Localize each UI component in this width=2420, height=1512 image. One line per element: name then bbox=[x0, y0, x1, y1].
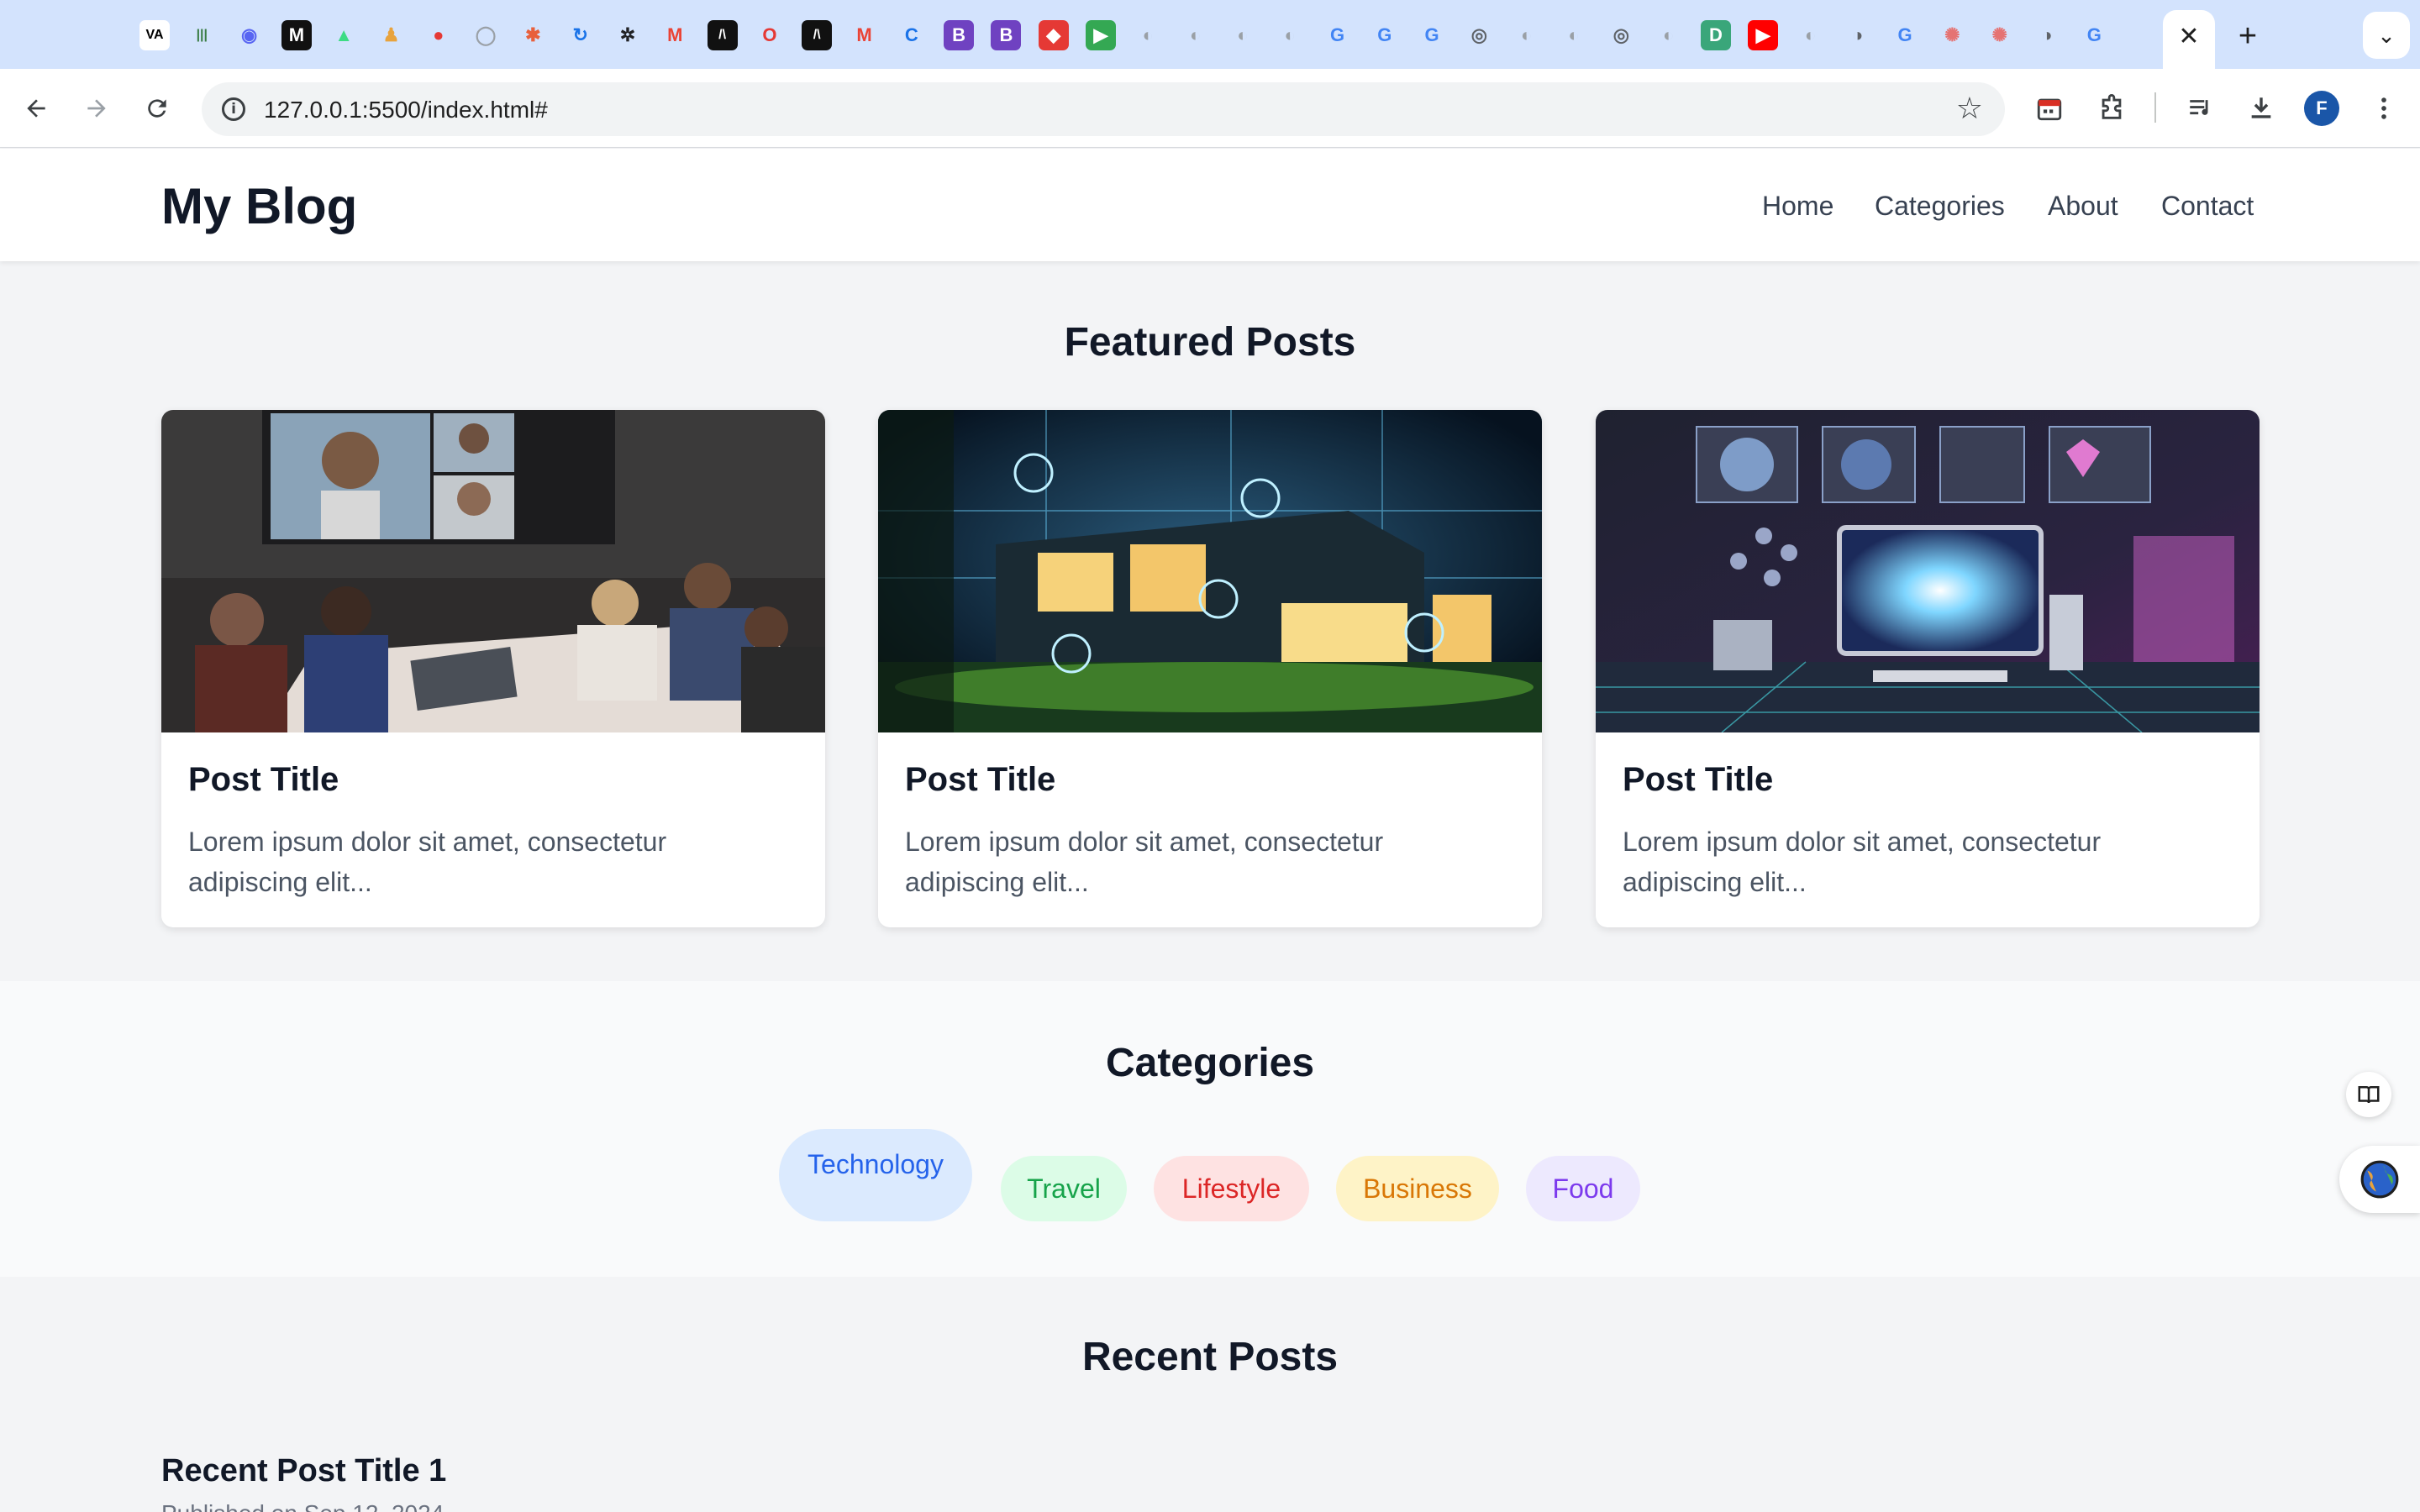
futuristic-workstation-photo bbox=[1596, 410, 2260, 732]
tab-favicon[interactable]: ▲ bbox=[329, 20, 359, 50]
tab-favicon[interactable]: ◐ bbox=[1181, 20, 1211, 50]
tab-favicon[interactable]: B bbox=[991, 20, 1022, 50]
tab-favicon[interactable]: ◎ bbox=[1606, 20, 1636, 50]
tab-favicon[interactable]: ▶ bbox=[1748, 20, 1779, 50]
tab-favicon[interactable]: ◉ bbox=[234, 20, 265, 50]
tab-favicon[interactable]: ◐ bbox=[1133, 20, 1163, 50]
category-chip-travel[interactable]: Travel bbox=[1001, 1156, 1127, 1221]
site-header: My Blog Home Categories About Contact bbox=[0, 149, 2420, 261]
tab-favicon[interactable]: VA bbox=[139, 20, 170, 50]
nav-categories[interactable]: Categories bbox=[1875, 191, 2005, 222]
avatar[interactable]: F bbox=[2304, 91, 2339, 126]
post-card[interactable]: Post Title Lorem ipsum dolor sit amet, c… bbox=[161, 410, 825, 927]
tab-favicon[interactable]: M bbox=[281, 20, 312, 50]
tab-strip: VA ||| ◉ M ▲ ♟ ● ◯ ✱ ↻ ✲ M/\ O/\ M C B B ◆ ▶ ◐ ◐ ◐ ◐ G G G ◎ ◐ ◐ ◎ ◐ D ▶… bbox=[0, 0, 2420, 69]
bookmark-star-icon[interactable]: ☆ bbox=[1956, 91, 1983, 126]
tab-favicon[interactable]: ◐ bbox=[1796, 20, 1826, 50]
tab-favicon[interactable]: C bbox=[897, 20, 927, 50]
tab-favicon[interactable]: ◎ bbox=[1464, 20, 1494, 50]
tab-favicon[interactable]: ◐ bbox=[1654, 20, 1684, 50]
tab-favicon[interactable]: G bbox=[1417, 20, 1447, 50]
tab-favicon[interactable]: M bbox=[660, 20, 690, 50]
tab-favicon[interactable]: ◐ bbox=[1512, 20, 1542, 50]
tab-favicon[interactable]: ◐ bbox=[1275, 20, 1305, 50]
tab-favicon[interactable]: ◯ bbox=[471, 20, 501, 50]
tab-favicon[interactable]: ✺ bbox=[1985, 20, 2015, 50]
tab-favicon[interactable]: ✱ bbox=[518, 20, 548, 50]
tab-favicon[interactable]: ✺ bbox=[1937, 20, 1967, 50]
tab-favicon[interactable]: G bbox=[1370, 20, 1400, 50]
nav-contact[interactable]: Contact bbox=[2161, 191, 2254, 222]
post-excerpt: Lorem ipsum dolor sit amet, consectetur … bbox=[1623, 827, 2102, 897]
post-excerpt: Lorem ipsum dolor sit amet, consectetur … bbox=[905, 827, 1384, 897]
post-excerpt: Lorem ipsum dolor sit amet, consectetur … bbox=[188, 827, 667, 897]
globe-extension-icon[interactable] bbox=[2339, 1146, 2420, 1213]
reload-icon[interactable] bbox=[136, 87, 178, 129]
tab-favicon[interactable]: ◑ bbox=[1843, 20, 1873, 50]
featured-posts-heading: Featured Posts bbox=[1064, 320, 1356, 365]
recent-post-title[interactable]: Recent Post Title 1 bbox=[161, 1453, 446, 1489]
post-title[interactable]: Post Title bbox=[905, 761, 1055, 799]
reading-mode-icon[interactable] bbox=[2346, 1072, 2391, 1117]
tab-favicon[interactable]: G bbox=[2079, 20, 2109, 50]
categories-heading: Categories bbox=[1105, 1041, 1315, 1085]
category-chip-lifestyle[interactable]: Lifestyle bbox=[1154, 1156, 1309, 1221]
smart-home-night-photo bbox=[878, 410, 1542, 732]
calendar-extension-icon[interactable] bbox=[2028, 87, 2070, 129]
tab-favicon[interactable]: /\ bbox=[802, 20, 833, 50]
category-chip-technology[interactable]: Technology bbox=[779, 1129, 972, 1221]
browser-toolbar: i 127.0.0.1:5500/index.html# ☆ bbox=[0, 69, 2420, 148]
team-meeting-photo bbox=[161, 410, 825, 732]
post-card[interactable]: Post Title Lorem ipsum dolor sit amet, c… bbox=[1596, 410, 2260, 927]
category-chip-business[interactable]: Business bbox=[1336, 1156, 1499, 1221]
recent-post-meta: Published on Sep 12, 2024 bbox=[161, 1500, 444, 1512]
post-title[interactable]: Post Title bbox=[188, 761, 339, 799]
tab-favicon[interactable]: O bbox=[755, 20, 785, 50]
tab-favicon[interactable]: ◐ bbox=[1559, 20, 1589, 50]
tab-favicon[interactable]: /\ bbox=[707, 20, 738, 50]
close-icon[interactable]: ✕ bbox=[2171, 18, 2207, 54]
url-text[interactable]: 127.0.0.1:5500/index.html# bbox=[264, 97, 548, 123]
tab-favicon[interactable]: M bbox=[850, 20, 880, 50]
tab-favicon[interactable]: ◑ bbox=[2032, 20, 2062, 50]
post-title[interactable]: Post Title bbox=[1623, 761, 1773, 799]
tab-favicon[interactable]: B bbox=[944, 20, 975, 50]
tab-favicon[interactable]: ● bbox=[424, 20, 454, 50]
recent-posts-heading: Recent Posts bbox=[1081, 1335, 1339, 1379]
tab-favicon[interactable]: ↻ bbox=[566, 20, 596, 50]
kebab-menu-icon[interactable] bbox=[2363, 87, 2405, 129]
media-control-icon[interactable] bbox=[2180, 87, 2222, 129]
back-arrow-icon[interactable] bbox=[15, 87, 57, 129]
tab-favicon[interactable]: ||| bbox=[187, 20, 217, 50]
forward-arrow-icon[interactable] bbox=[76, 87, 118, 129]
nav-home[interactable]: Home bbox=[1762, 191, 1833, 222]
tab-favicon[interactable]: ♟ bbox=[376, 20, 407, 50]
site-info-icon[interactable]: i bbox=[217, 92, 250, 126]
tab-favicon[interactable]: ◐ bbox=[1228, 20, 1258, 50]
tab-favicon[interactable]: G bbox=[1890, 20, 1920, 50]
post-card[interactable]: Post Title Lorem ipsum dolor sit amet, c… bbox=[878, 410, 1542, 927]
plus-icon[interactable]: + bbox=[2227, 15, 2269, 57]
tab-favicon[interactable]: D bbox=[1700, 20, 1731, 50]
toolbar-separator bbox=[2154, 92, 2156, 123]
tab-favicon[interactable]: ◆ bbox=[1038, 20, 1069, 50]
puzzle-extensions-icon[interactable] bbox=[2091, 87, 2133, 129]
chevron-down-icon[interactable]: ⌄ bbox=[2363, 12, 2410, 59]
download-icon[interactable] bbox=[2240, 87, 2282, 129]
tab-favicon[interactable]: ✲ bbox=[613, 20, 643, 50]
site-logo[interactable]: My Blog bbox=[161, 177, 357, 235]
address-bar[interactable]: i 127.0.0.1:5500/index.html# ☆ bbox=[202, 82, 2005, 136]
categories-section: Categories Technology Travel Lifestyle B… bbox=[0, 981, 2420, 1277]
category-chip-food[interactable]: Food bbox=[1526, 1156, 1640, 1221]
tab-favicon[interactable]: ▶ bbox=[1086, 20, 1116, 50]
tab-favicon[interactable]: G bbox=[1323, 20, 1353, 50]
nav-about[interactable]: About bbox=[2048, 191, 2118, 222]
